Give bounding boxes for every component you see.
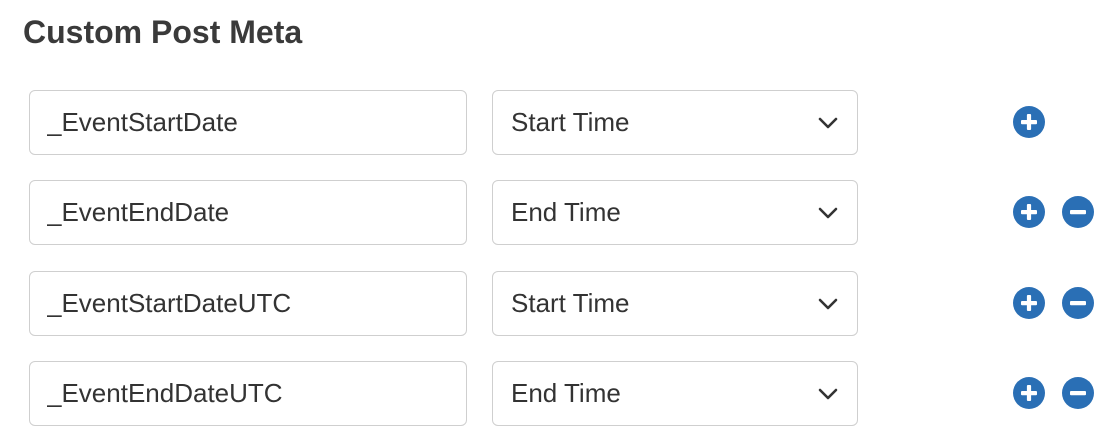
meta-row: Start Time <box>0 271 1116 337</box>
remove-row-button[interactable] <box>1062 377 1094 409</box>
minus-circle-icon <box>1070 391 1086 396</box>
meta-row: End Time <box>0 180 1116 246</box>
add-row-button[interactable] <box>1013 106 1045 138</box>
meta-field-select[interactable]: Start Time <box>492 271 858 336</box>
chevron-down-icon <box>818 207 838 219</box>
select-value: Start Time <box>511 107 630 137</box>
meta-key-input[interactable] <box>29 361 467 426</box>
chevron-down-icon <box>818 388 838 400</box>
plus-circle-icon <box>1021 385 1037 401</box>
meta-key-input[interactable] <box>29 271 467 336</box>
chevron-down-icon <box>818 298 838 310</box>
chevron-down-icon <box>818 117 838 129</box>
section-title: Custom Post Meta <box>23 14 303 50</box>
meta-key-input[interactable] <box>29 180 467 245</box>
add-row-button[interactable] <box>1013 196 1045 228</box>
add-row-button[interactable] <box>1013 287 1045 319</box>
meta-field-select[interactable]: End Time <box>492 180 858 245</box>
meta-row: Start Time <box>0 90 1116 156</box>
minus-circle-icon <box>1070 301 1086 306</box>
minus-circle-icon <box>1070 210 1086 215</box>
meta-key-input[interactable] <box>29 90 467 155</box>
plus-circle-icon <box>1021 204 1037 220</box>
add-row-button[interactable] <box>1013 377 1045 409</box>
select-value: Start Time <box>511 288 630 318</box>
plus-circle-icon <box>1021 295 1037 311</box>
select-value: End Time <box>511 197 621 227</box>
plus-circle-icon <box>1021 114 1037 130</box>
remove-row-button[interactable] <box>1062 287 1094 319</box>
meta-field-select[interactable]: End Time <box>492 361 858 426</box>
meta-field-select[interactable]: Start Time <box>492 90 858 155</box>
remove-row-button[interactable] <box>1062 196 1094 228</box>
select-value: End Time <box>511 378 621 408</box>
meta-row: End Time <box>0 361 1116 427</box>
